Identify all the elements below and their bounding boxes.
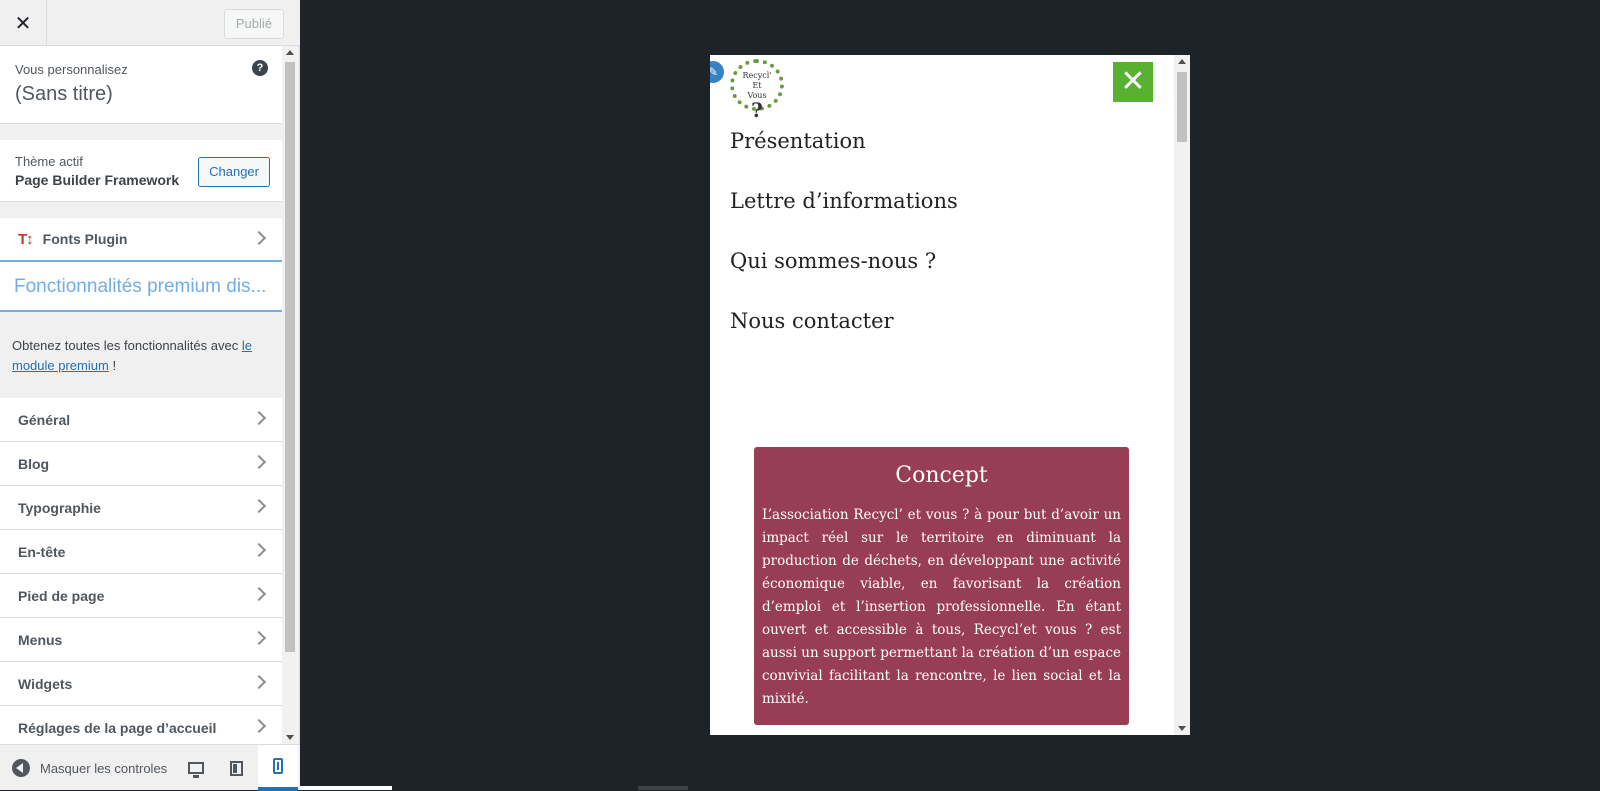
section-typography[interactable]: Typographie bbox=[0, 486, 282, 530]
scroll-up-arrow-icon[interactable] bbox=[1178, 59, 1186, 64]
section-label: Pied de page bbox=[18, 587, 105, 604]
section-label: Fonts Plugin bbox=[42, 231, 128, 247]
section-homepage-settings[interactable]: Réglages de la page d’accueil bbox=[0, 706, 282, 744]
chevron-right-icon bbox=[251, 230, 267, 246]
scroll-down-arrow-icon[interactable] bbox=[1178, 726, 1186, 731]
chevron-right-icon bbox=[251, 498, 267, 514]
logo-question-mark: ? bbox=[751, 98, 763, 122]
site-title: (Sans titre) bbox=[15, 83, 113, 105]
concept-title: Concept bbox=[895, 463, 988, 488]
preview-tablet-button[interactable] bbox=[216, 745, 256, 791]
nav-item-newsletter[interactable]: Lettre d’informations bbox=[730, 187, 958, 247]
customizing-info: Vous personnalisez (Sans titre) ? bbox=[0, 46, 282, 124]
premium-features-title[interactable]: Fonctionnalités premium dis... bbox=[0, 262, 282, 312]
nav-item-contact[interactable]: Nous contacter bbox=[730, 307, 958, 367]
logo-line: Et bbox=[752, 81, 762, 90]
scrollbar-thumb[interactable] bbox=[285, 62, 295, 652]
nav-item-about[interactable]: Qui sommes-nous ? bbox=[730, 247, 958, 307]
section-label: Widgets bbox=[18, 675, 73, 692]
customizer-panels: Vous personnalisez (Sans titre) ? Thème … bbox=[0, 46, 282, 744]
premium-desc-text: Obtenez toutes les fonctionnalités avec bbox=[12, 338, 242, 353]
edit-pencil-icon[interactable]: ✎ bbox=[710, 59, 726, 85]
mobile-menu-close-button[interactable]: ✕ bbox=[1113, 62, 1153, 102]
collapse-arrow-icon bbox=[12, 759, 30, 777]
chevron-right-icon bbox=[251, 410, 267, 426]
mobile-navigation: Présentation Lettre d’informations Qui s… bbox=[730, 127, 958, 367]
customizing-label: Vous personnalisez bbox=[15, 62, 128, 77]
scroll-up-arrow-icon[interactable] bbox=[286, 50, 294, 55]
close-icon: ✕ bbox=[14, 12, 32, 35]
section-header[interactable]: En-tête bbox=[0, 530, 282, 574]
tablet-icon bbox=[229, 760, 243, 776]
mobile-icon bbox=[273, 758, 283, 774]
site-preview-frame: ✎ Recycl' Et Vous ? ✕ Présentation Lettr… bbox=[710, 55, 1190, 735]
divider bbox=[300, 786, 392, 790]
chevron-right-icon bbox=[251, 718, 267, 734]
section-widgets[interactable]: Widgets bbox=[0, 662, 282, 706]
section-label: Typographie bbox=[18, 499, 101, 516]
section-label: Réglages de la page d’accueil bbox=[18, 719, 217, 736]
nav-item-presentation[interactable]: Présentation bbox=[730, 127, 958, 187]
divider bbox=[638, 786, 688, 790]
preview-mobile-button[interactable] bbox=[258, 745, 298, 791]
active-theme-panel: Thème actif Page Builder Framework Chang… bbox=[0, 140, 282, 202]
concept-text: L’association Recycl’ et vous ? à pour b… bbox=[762, 507, 1121, 707]
change-theme-button[interactable]: Changer bbox=[198, 157, 270, 187]
premium-description: Obtenez toutes les fonctionnalités avec … bbox=[0, 312, 282, 398]
close-icon: ✕ bbox=[1120, 65, 1146, 98]
chevron-right-icon bbox=[251, 630, 267, 646]
fonts-plugin-icon: T↕ bbox=[18, 230, 34, 248]
section-footer[interactable]: Pied de page bbox=[0, 574, 282, 618]
scroll-down-arrow-icon[interactable] bbox=[286, 735, 294, 740]
customizer-footer: Masquer les controles bbox=[0, 744, 300, 791]
close-customizer-button[interactable]: ✕ bbox=[0, 0, 47, 46]
logo-line: Recycl' bbox=[742, 71, 772, 80]
chevron-right-icon bbox=[251, 674, 267, 690]
preview-scrollbar[interactable] bbox=[1174, 55, 1190, 735]
section-fonts-plugin[interactable]: T↕ Fonts Plugin bbox=[0, 218, 282, 262]
section-label: En-tête bbox=[18, 543, 66, 560]
preview-desktop-button[interactable] bbox=[176, 745, 216, 791]
concept-box: Concept L’association Recycl’ et vous ? … bbox=[754, 447, 1129, 725]
chevron-right-icon bbox=[251, 586, 267, 602]
customizer-sidebar: ✕ Publié Vous personnalisez (Sans titre)… bbox=[0, 0, 300, 791]
desktop-icon bbox=[188, 762, 204, 778]
section-menus[interactable]: Menus bbox=[0, 618, 282, 662]
customizer-header: ✕ Publié bbox=[0, 0, 300, 46]
sidebar-scrollbar[interactable] bbox=[282, 46, 298, 744]
section-label: Blog bbox=[18, 455, 50, 472]
chevron-right-icon bbox=[251, 542, 267, 558]
section-label: Menus bbox=[18, 631, 63, 648]
publish-button[interactable]: Publié bbox=[223, 9, 284, 39]
help-icon[interactable]: ? bbox=[252, 60, 268, 76]
chevron-right-icon bbox=[251, 454, 267, 470]
premium-desc-suffix: ! bbox=[108, 358, 117, 373]
scrollbar-thumb[interactable] bbox=[1177, 72, 1187, 142]
section-label: Général bbox=[18, 411, 71, 428]
section-general[interactable]: Général bbox=[0, 398, 282, 442]
section-blog[interactable]: Blog bbox=[0, 442, 282, 486]
hide-controls-button[interactable]: Masquer les controles bbox=[12, 759, 167, 777]
hide-controls-label: Masquer les controles bbox=[40, 760, 168, 776]
site-logo[interactable]: Recycl' Et Vous ? bbox=[730, 59, 784, 120]
